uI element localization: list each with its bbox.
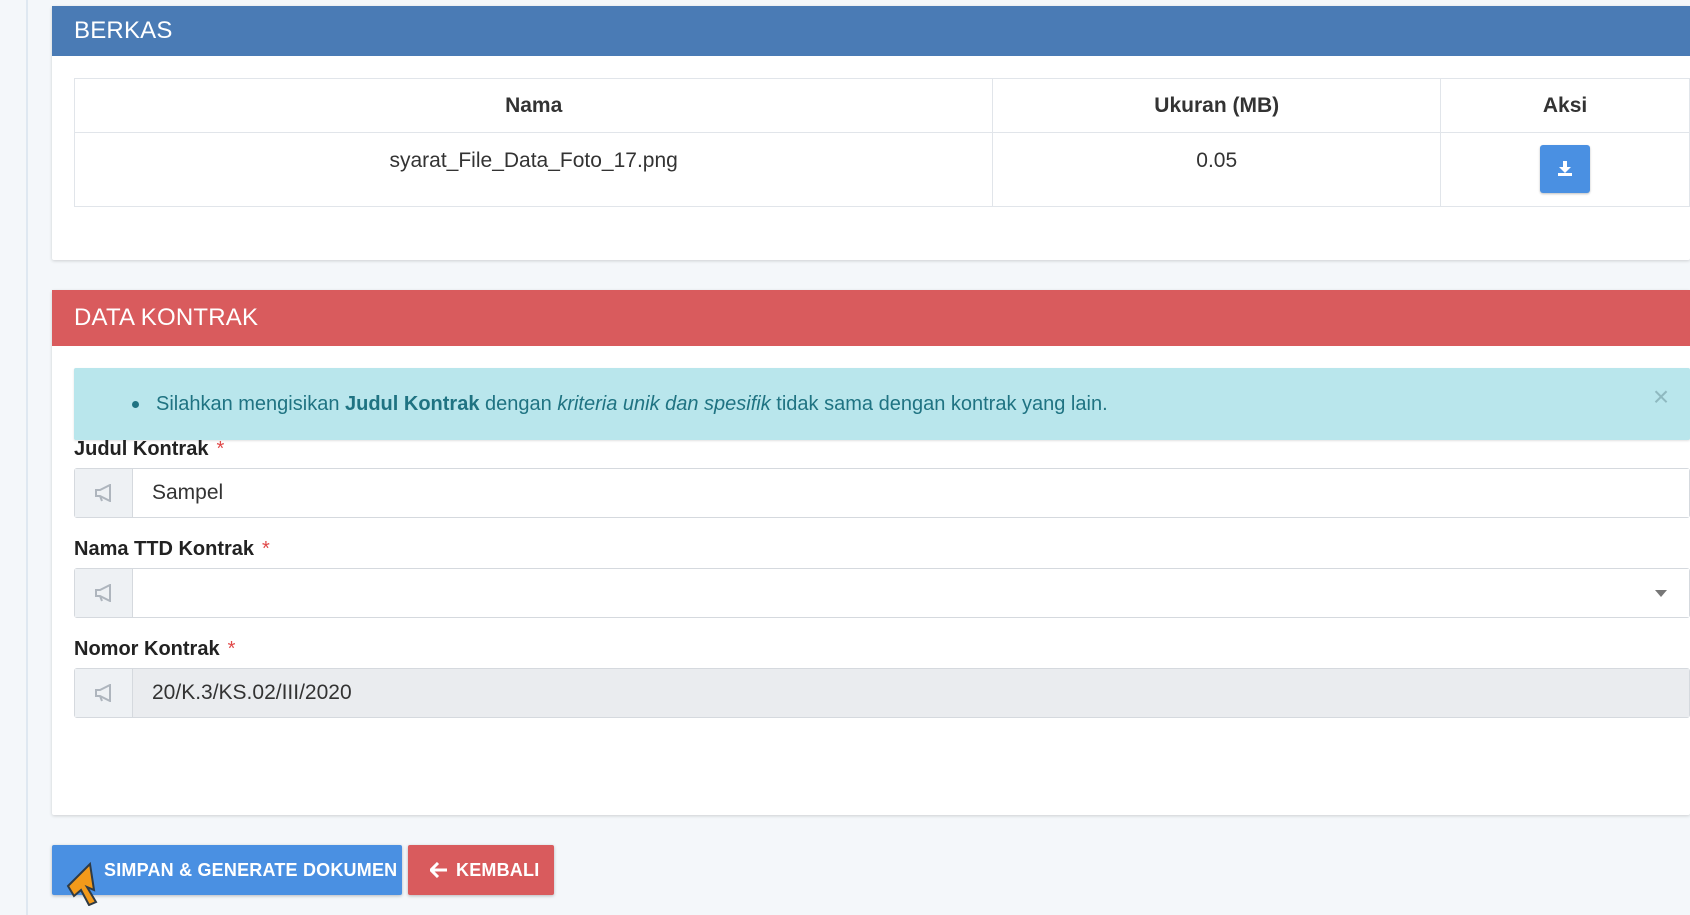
nomor-kontrak-label-text: Nomor Kontrak: [74, 638, 220, 660]
files-table: Nama Ukuran (MB) Aksi syarat_File_Data_F…: [73, 78, 1690, 207]
required-marker: *: [227, 638, 236, 660]
file-action-cell: [1440, 132, 1690, 207]
alert-bullet: [132, 401, 139, 408]
megaphone-icon: [75, 669, 133, 717]
judul-kontrak-input[interactable]: [133, 469, 1689, 517]
page: BERKAS Nama Ukuran (MB) Aksi syarat_File…: [0, 0, 1690, 915]
column-ukuran: Ukuran (MB): [992, 78, 1442, 133]
column-aksi: Aksi: [1440, 78, 1690, 133]
nomor-kontrak-label: Nomor Kontrak *: [74, 638, 235, 661]
table-header-row: Nama Ukuran (MB) Aksi: [73, 78, 1690, 133]
table-row: syarat_File_Data_Foto_17.png 0.05: [73, 132, 1690, 207]
megaphone-icon: [75, 469, 133, 517]
judul-kontrak-label: Judul Kontrak *: [74, 438, 224, 461]
download-icon: [1558, 161, 1573, 176]
alert-suffix: tidak sama dengan kontrak yang lain.: [770, 393, 1108, 415]
download-button[interactable]: [1540, 145, 1591, 193]
alert-middle: dengan: [479, 393, 558, 415]
data-kontrak-panel: DATA KONTRAK Silahkan mengisikan Judul K…: [52, 290, 1690, 815]
megaphone-icon: [75, 569, 133, 617]
alert-text: Silahkan mengisikan Judul Kontrak dengan…: [156, 393, 1108, 415]
required-marker: *: [216, 438, 225, 460]
judul-kontrak-label-text: Judul Kontrak: [74, 438, 209, 460]
data-kontrak-header: DATA KONTRAK: [52, 290, 1690, 346]
nama-ttd-select-group: [74, 568, 1690, 618]
alert-italic: kriteria unik dan spesifik: [557, 393, 771, 415]
file-size-cell: 0.05: [992, 132, 1442, 207]
chevron-down-icon: [1655, 590, 1667, 597]
alert-bold: Judul Kontrak: [345, 393, 480, 415]
left-sidebar-rail: [0, 0, 28, 915]
judul-kontrak-input-group: [74, 468, 1690, 518]
close-icon[interactable]: ×: [1650, 383, 1672, 411]
kembali-label: KEMBALI: [456, 860, 540, 880]
info-alert: Silahkan mengisikan Judul Kontrak dengan…: [74, 368, 1690, 440]
arrow-left-icon: [430, 862, 447, 878]
column-nama: Nama: [73, 78, 994, 133]
nomor-kontrak-input-group: [74, 668, 1690, 718]
nama-ttd-select[interactable]: [133, 569, 1689, 617]
file-name-cell: syarat_File_Data_Foto_17.png: [73, 132, 994, 207]
kembali-button[interactable]: KEMBALI: [408, 845, 554, 895]
nama-ttd-label: Nama TTD Kontrak *: [74, 538, 270, 561]
berkas-panel: BERKAS Nama Ukuran (MB) Aksi syarat_File…: [52, 6, 1690, 260]
nomor-kontrak-input[interactable]: [133, 669, 1689, 717]
alert-prefix: Silahkan mengisikan: [156, 393, 345, 415]
mouse-cursor-icon: [66, 861, 98, 906]
nama-ttd-label-text: Nama TTD Kontrak: [74, 538, 255, 560]
berkas-header: BERKAS: [52, 6, 1690, 56]
required-marker: *: [262, 538, 270, 560]
